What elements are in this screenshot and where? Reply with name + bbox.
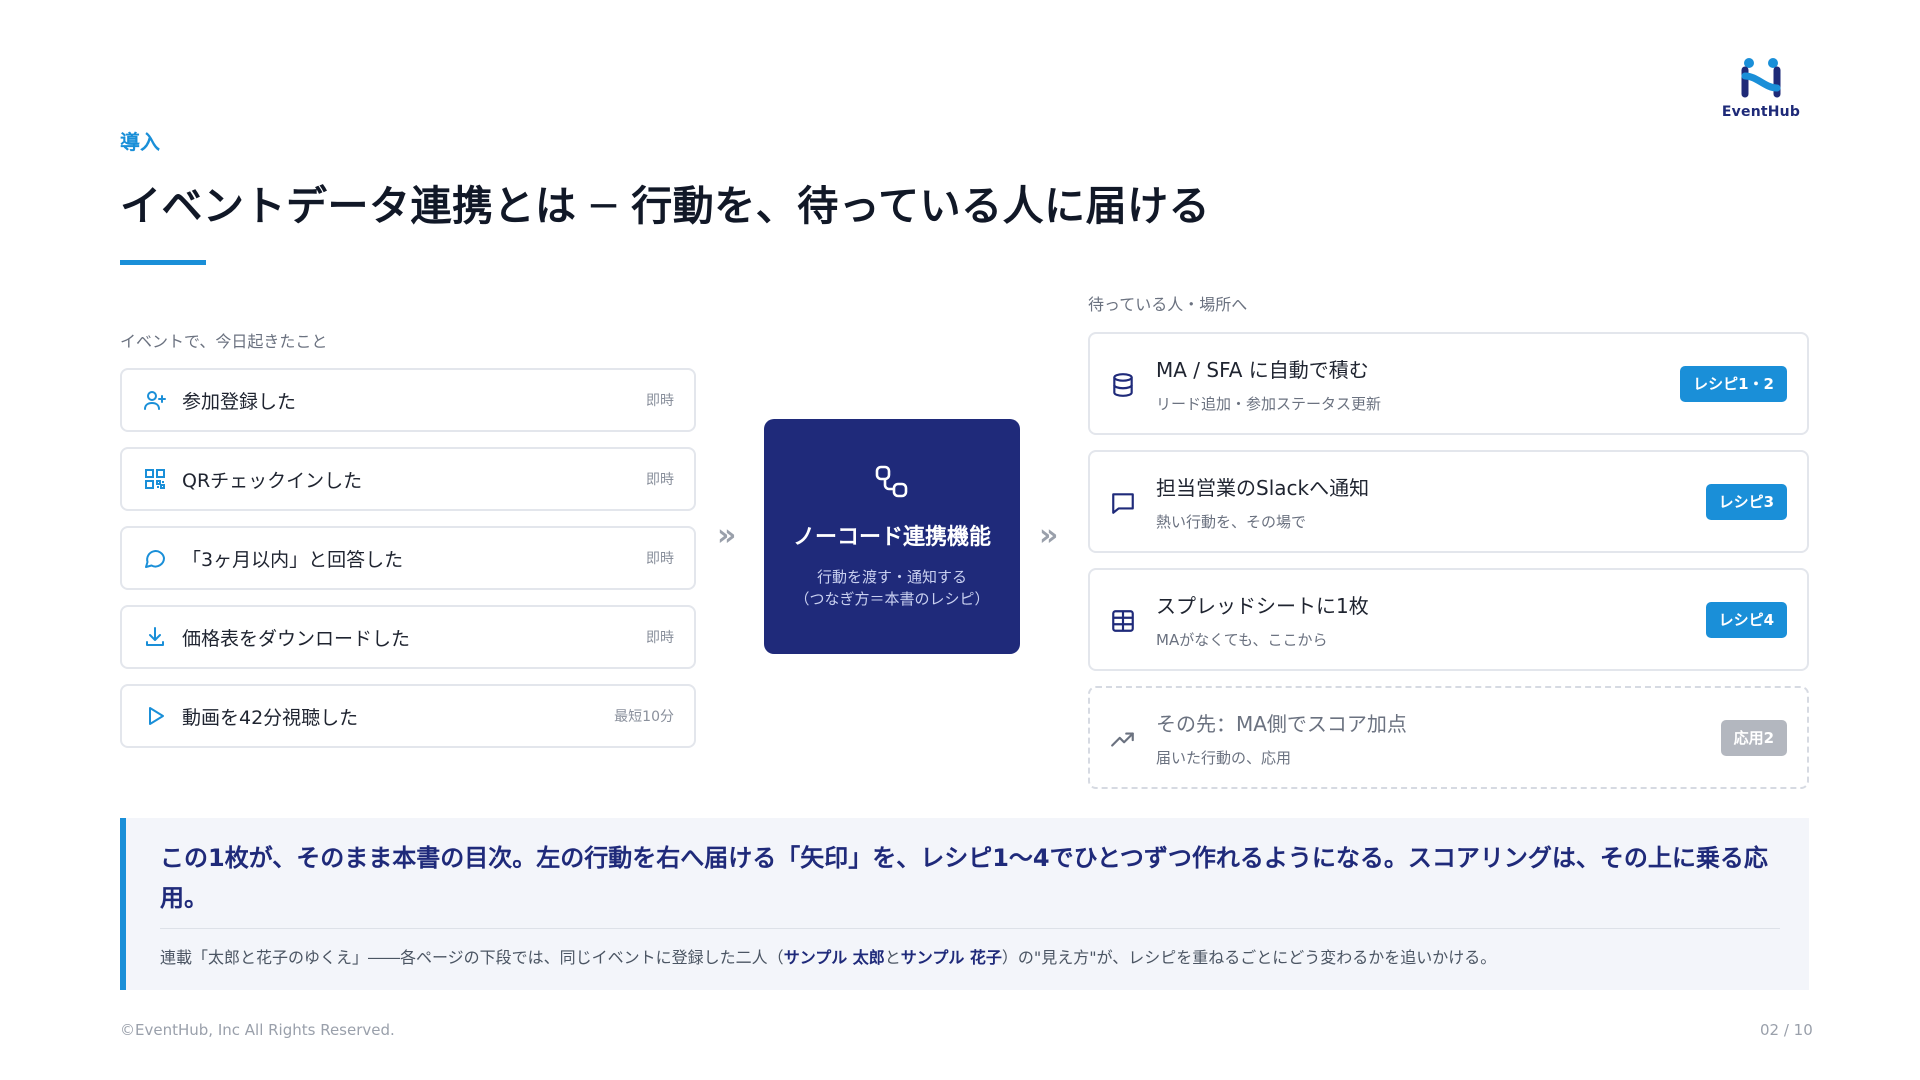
link-icon	[874, 464, 910, 504]
chat-bubble-icon	[142, 545, 168, 571]
no-code-integration-box: ノーコード連携機能 行動を渡す・通知する （つなぎ方＝本書のレシピ）	[764, 419, 1020, 654]
center-subtitle-line2: （つなぎ方＝本書のレシピ）	[794, 590, 990, 608]
event-card: 価格表をダウンロードした 即時	[120, 605, 696, 669]
destination-title: MA / SFA に自動で積む	[1156, 358, 1369, 382]
destination-card-advanced: その先：MA側でスコア加点 届いた行動の、応用 応用2	[1088, 686, 1809, 789]
event-text: 「3ヶ月以内」と回答した	[182, 548, 404, 571]
recipe-badge: レシピ1・2	[1680, 366, 1787, 402]
message-square-icon	[1110, 490, 1136, 516]
page-number: 02 / 10	[1760, 1021, 1813, 1039]
event-text: 価格表をダウンロードした	[182, 627, 411, 650]
event-timing: 即時	[646, 393, 674, 409]
destination-subtitle: MAがなくても、ここから	[1156, 631, 1328, 649]
application-badge: 応用2	[1720, 720, 1787, 756]
play-icon	[142, 703, 168, 729]
section-label: 導入	[120, 130, 160, 154]
user-plus-icon	[142, 387, 168, 413]
center-title: ノーコード連携機能	[792, 525, 991, 550]
destination-title: スプレッドシートに1枚	[1156, 594, 1369, 618]
callout-note: 連載「太郎と花子のゆくえ」――各ページの下段では、同じイベントに登録した二人（サ…	[160, 944, 1496, 968]
destination-card: スプレッドシートに1枚 MAがなくても、ここから レシピ4	[1088, 568, 1809, 671]
destination-subtitle: 届いた行動の、応用	[1156, 749, 1292, 767]
note-suffix: ）の"見え方"が、レシピを重ねるごとにどう変わるかを追いかける。	[1001, 948, 1497, 967]
event-timing: 即時	[646, 472, 674, 488]
event-card: 「3ヶ月以内」と回答した 即時	[120, 526, 696, 590]
right-column-label: 待っている人・場所へ	[1088, 295, 1248, 314]
note-prefix: 連載「太郎と花子のゆくえ」――各ページの下段では、同じイベントに登録した二人（	[160, 948, 784, 967]
destination-subtitle: リード追加・参加ステータス更新	[1156, 395, 1382, 413]
center-subtitle-line1: 行動を渡す・通知する	[816, 568, 967, 586]
callout-main-text: この1枚が、そのまま本書の目次。左の行動を右へ届ける「矢印」を、レシピ1〜4でひ…	[160, 844, 1768, 912]
event-timing: 即時	[646, 551, 674, 567]
note-name-hanako: サンプル 花子	[900, 948, 1002, 967]
event-text: QRチェックインした	[182, 469, 363, 492]
title-underline	[120, 260, 206, 265]
event-card: QRチェックインした 即時	[120, 447, 696, 511]
database-icon	[1110, 372, 1136, 398]
eventhub-logo-icon	[1741, 58, 1781, 98]
table-icon	[1110, 608, 1136, 634]
left-column-label: イベントで、今日起きたこと	[120, 332, 328, 351]
destination-card: MA / SFA に自動で積む リード追加・参加ステータス更新 レシピ1・2	[1088, 332, 1809, 435]
flow-arrow-left: »	[717, 518, 736, 553]
recipe-badge: レシピ3	[1705, 484, 1787, 520]
destination-subtitle: 熱い行動を、その場で	[1156, 513, 1307, 531]
flow-arrow-right: »	[1039, 518, 1058, 553]
event-card: 参加登録した 即時	[120, 368, 696, 432]
destination-card: 担当営業のSlackへ通知 熱い行動を、その場で レシピ3	[1088, 450, 1809, 553]
note-and: と	[884, 948, 901, 967]
note-name-taro: サンプル 太郎	[783, 948, 885, 967]
callout-divider	[160, 928, 1780, 929]
event-text: 動画を42分視聴した	[182, 706, 359, 729]
brand-logo: EventHub	[1716, 54, 1806, 126]
trending-up-icon	[1110, 726, 1136, 752]
center-subtitle: 行動を渡す・通知する （つなぎ方＝本書のレシピ）	[764, 566, 1020, 610]
brand-name: EventHub	[1721, 104, 1801, 120]
summary-callout: この1枚が、そのまま本書の目次。左の行動を右へ届ける「矢印」を、レシピ1〜4でひ…	[120, 818, 1809, 990]
download-icon	[142, 624, 168, 650]
event-text: 参加登録した	[182, 390, 297, 413]
page-title: イベントデータ連携とは ─ 行動を、待っている人に届ける	[120, 182, 1211, 230]
event-timing: 最短10分	[614, 709, 674, 725]
event-card: 動画を42分視聴した 最短10分	[120, 684, 696, 748]
event-timing: 即時	[646, 630, 674, 646]
recipe-badge: レシピ4	[1705, 602, 1787, 638]
destination-title: その先：MA側でスコア加点	[1156, 712, 1407, 736]
destination-title: 担当営業のSlackへ通知	[1156, 476, 1370, 500]
copyright: ©EventHub, Inc All Rights Reserved.	[120, 1021, 395, 1039]
qr-code-icon	[142, 466, 168, 492]
